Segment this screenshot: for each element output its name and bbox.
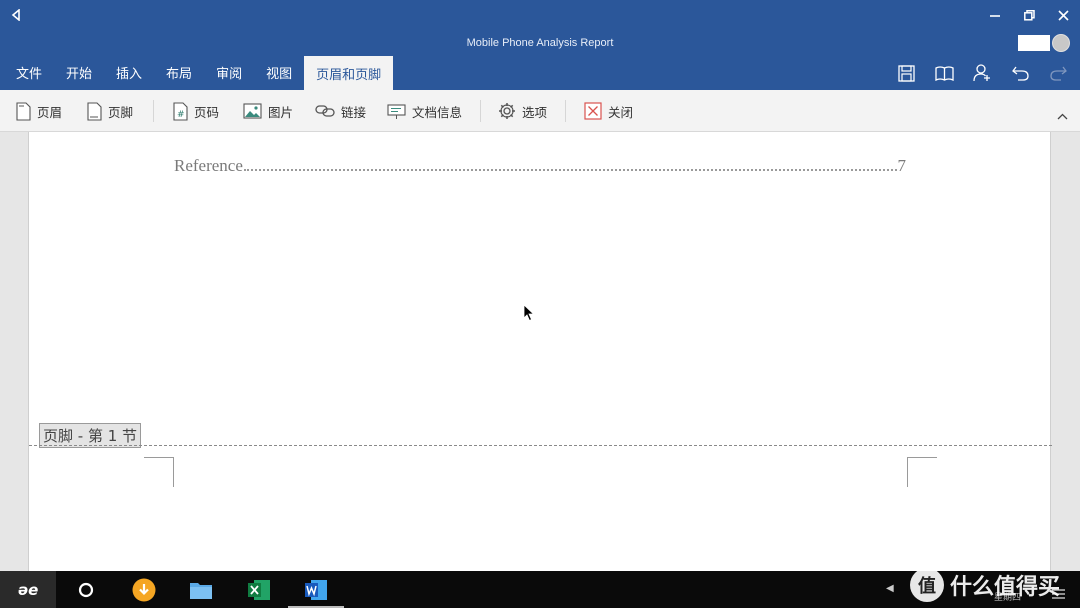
tab-layout[interactable]: 布局 [154, 56, 204, 88]
watermark-text: 什么值得买 [950, 575, 1061, 600]
download-icon [132, 578, 156, 601]
toc-entry[interactable]: Reference 7 [174, 156, 906, 176]
quick-access-icons [894, 62, 1070, 84]
options-button-label: 选项 [522, 104, 548, 120]
tab-file[interactable]: 文件 [4, 56, 54, 88]
document-info-button-label: 文档信息 [412, 104, 463, 120]
margin-corner-left [144, 457, 174, 487]
footer-boundary-line [29, 445, 1052, 446]
link-button-label: 链接 [341, 104, 367, 120]
page-number-icon: # [173, 101, 188, 121]
close-window-button[interactable] [1046, 0, 1080, 30]
redo-icon [1049, 66, 1067, 81]
footer-page-icon [87, 101, 102, 121]
folder-icon [190, 582, 212, 599]
taskbar-app-download[interactable] [116, 571, 172, 608]
link-button[interactable]: 链接 [315, 90, 366, 132]
chevron-up-icon [1057, 113, 1068, 120]
excel-icon [248, 579, 270, 600]
document-page[interactable]: Reference 7 页脚 - 第 1 节 [28, 132, 1052, 571]
search-circle-icon [78, 582, 94, 597]
title-bar [0, 0, 1080, 30]
minimize-icon [990, 15, 1000, 17]
picture-button-label: 图片 [268, 104, 294, 120]
tab-view[interactable]: 视图 [254, 56, 304, 88]
taskbar-app-excel[interactable] [231, 571, 287, 608]
link-icon [315, 105, 335, 117]
word-icon [305, 579, 327, 600]
separator [480, 100, 481, 122]
restore-button[interactable] [1012, 0, 1046, 30]
read-mode-icon [934, 65, 954, 81]
gear-icon [499, 103, 515, 119]
back-arrow-icon [11, 9, 20, 21]
user-avatar[interactable] [1052, 34, 1070, 52]
close-header-footer-label: 关闭 [608, 104, 634, 120]
share-button[interactable] [970, 62, 994, 84]
ribbon-tab-bar: Mobile Phone Analysis Report 文件 开始 插入 布局… [0, 30, 1080, 90]
separator [153, 100, 154, 122]
taskbar-app-explorer[interactable] [173, 571, 229, 608]
ribbon-tabs: 文件 开始 插入 布局 审阅 视图 页眉和页脚 [4, 56, 394, 90]
read-mode-button[interactable] [932, 62, 956, 84]
save-button[interactable] [894, 62, 918, 84]
start-logo-icon: əe [18, 582, 38, 598]
back-button[interactable] [6, 5, 26, 25]
account-name-box[interactable] [1018, 35, 1050, 51]
undo-button[interactable] [1008, 62, 1032, 84]
tab-home[interactable]: 开始 [54, 56, 104, 88]
tab-insert[interactable]: 插入 [104, 56, 154, 88]
header-button-label: 页眉 [37, 104, 63, 120]
header-button[interactable]: 页眉 [16, 90, 62, 132]
picture-icon [243, 103, 262, 119]
page-number-button[interactable]: # 页码 [173, 90, 219, 132]
ribbon-command-bar: 页眉 页脚 # 页码 图片 链接 文档信息 选项 关闭 [0, 90, 1080, 132]
footer-button[interactable]: 页脚 [87, 90, 133, 132]
margin-corner-right [907, 457, 937, 487]
svg-text:#: # [177, 110, 185, 120]
tab-review[interactable]: 审阅 [204, 56, 254, 88]
tray-expand-icon[interactable]: ◀ [886, 583, 894, 594]
svg-text:əe: əe [18, 582, 38, 598]
share-user-icon [973, 64, 990, 82]
taskbar-app-word[interactable] [288, 571, 344, 608]
mouse-cursor-icon [523, 304, 535, 322]
close-icon [1057, 9, 1069, 21]
toc-leader-dots [243, 169, 897, 171]
options-button[interactable]: 选项 [498, 90, 547, 132]
toc-entry-text: Reference [174, 156, 243, 175]
document-info-button[interactable]: 文档信息 [387, 90, 462, 132]
separator [565, 100, 566, 122]
document-info-icon [387, 104, 406, 119]
header-page-icon [16, 101, 31, 121]
search-button[interactable] [58, 571, 114, 608]
window-controls [978, 0, 1080, 30]
page-number-button-label: 页码 [194, 104, 220, 120]
document-canvas[interactable]: Reference 7 页脚 - 第 1 节 [0, 132, 1080, 571]
picture-button[interactable]: 图片 [243, 90, 293, 132]
watermark: 值 什么值得买 [910, 565, 1080, 605]
collapse-ribbon-button[interactable] [1057, 105, 1068, 124]
tab-header-footer[interactable]: 页眉和页脚 [304, 56, 394, 90]
undo-icon [1011, 66, 1029, 81]
redo-button[interactable] [1046, 62, 1070, 84]
restore-icon [1023, 9, 1035, 21]
toc-entry-page: 7 [897, 156, 907, 175]
close-header-footer-button[interactable]: 关闭 [584, 90, 633, 132]
save-icon [897, 64, 915, 82]
minimize-button[interactable] [978, 0, 1012, 30]
watermark-logo: 值 [910, 568, 944, 602]
document-title: Mobile Phone Analysis Report [466, 37, 614, 49]
footer-button-label: 页脚 [108, 104, 134, 120]
start-button[interactable]: əe [0, 571, 56, 608]
close-red-icon [584, 102, 602, 120]
